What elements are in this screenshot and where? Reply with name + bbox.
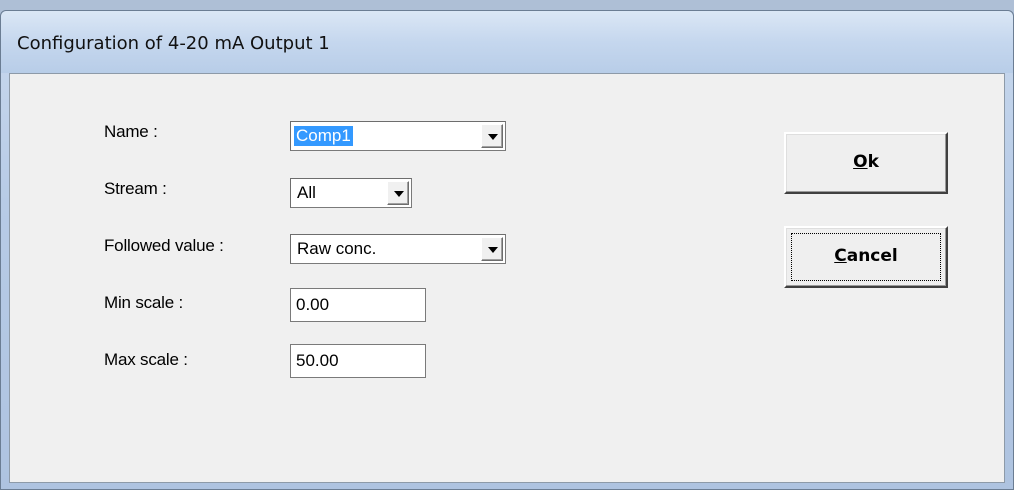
max-scale-input[interactable]: 50.00 bbox=[290, 344, 426, 378]
chevron-down-icon bbox=[488, 134, 498, 140]
title-bar[interactable]: Configuration of 4-20 mA Output 1 bbox=[1, 11, 1013, 73]
followed-value-combobox-value[interactable]: Raw conc. bbox=[295, 239, 378, 259]
dialog-window: Configuration of 4-20 mA Output 1 Name :… bbox=[0, 10, 1014, 490]
ok-label-rest: k bbox=[867, 152, 879, 172]
stream-combobox-value[interactable]: All bbox=[295, 183, 318, 203]
chevron-down-icon bbox=[488, 247, 498, 253]
min-scale-label: Min scale : bbox=[104, 293, 184, 312]
ok-button-label: Ok bbox=[853, 152, 879, 172]
dialog-client-area: Name : Comp1 Stream : All Followed value… bbox=[9, 73, 1005, 483]
stream-label: Stream : bbox=[104, 179, 167, 198]
stream-dropdown-button[interactable] bbox=[387, 181, 409, 205]
cancel-button[interactable]: Cancel bbox=[784, 226, 948, 288]
followed-value-dropdown-button[interactable] bbox=[481, 237, 503, 261]
followed-value-combobox[interactable]: Raw conc. bbox=[290, 234, 506, 264]
followed-value-label: Followed value : bbox=[104, 236, 224, 255]
window-title: Configuration of 4-20 mA Output 1 bbox=[17, 33, 330, 54]
min-scale-input[interactable]: 0.00 bbox=[290, 288, 426, 322]
name-dropdown-button[interactable] bbox=[481, 124, 503, 148]
stream-combobox[interactable]: All bbox=[290, 178, 412, 208]
ok-mnemonic: O bbox=[853, 152, 868, 172]
min-scale-value[interactable]: 0.00 bbox=[296, 295, 329, 315]
ok-button[interactable]: Ok bbox=[784, 132, 948, 194]
name-combobox-value[interactable]: Comp1 bbox=[294, 126, 353, 146]
name-combobox[interactable]: Comp1 bbox=[290, 121, 506, 151]
max-scale-value[interactable]: 50.00 bbox=[296, 351, 339, 371]
max-scale-label: Max scale : bbox=[104, 350, 188, 369]
focus-rectangle bbox=[791, 233, 941, 281]
chevron-down-icon bbox=[394, 191, 404, 197]
name-label: Name : bbox=[104, 122, 158, 141]
